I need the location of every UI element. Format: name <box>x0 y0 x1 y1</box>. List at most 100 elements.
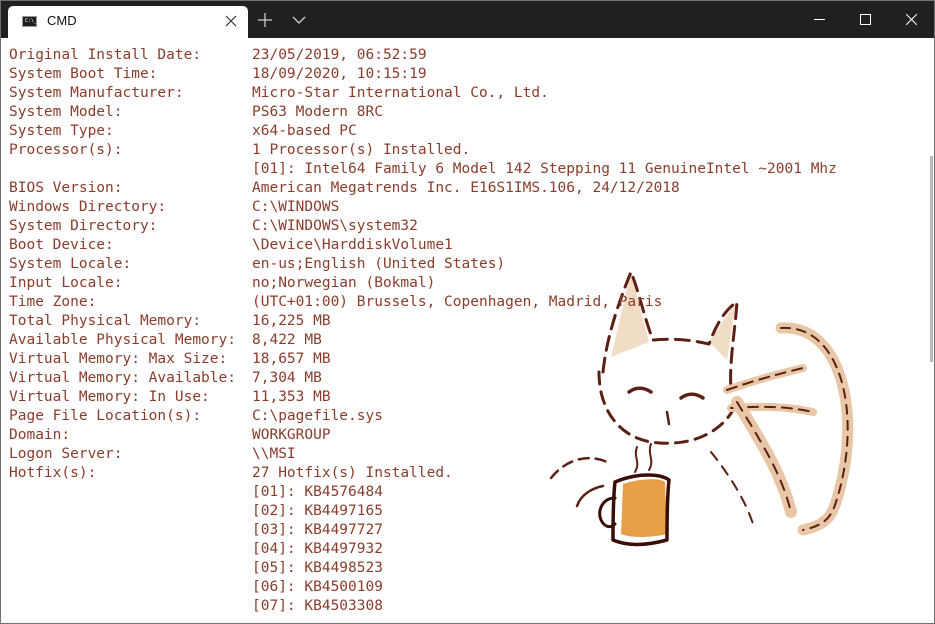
output-line: System Locale: en-us;English (United Stat… <box>9 255 837 274</box>
minimize-icon <box>814 19 825 20</box>
info-key: System Model: <box>9 104 123 120</box>
info-value: WORKGROUP <box>252 427 331 443</box>
output-line: [01]: Intel64 Family 6 Model 142 Steppin… <box>9 160 837 179</box>
output-line: System Directory: C:\WINDOWS\system32 <box>9 217 837 236</box>
plus-icon[interactable] <box>257 12 273 28</box>
maximize-icon <box>860 14 871 25</box>
info-value: [01]: KB4576484 <box>252 484 383 500</box>
terminal-window: C:\_ CMD Original Install Date: 23/05/20… <box>0 0 935 624</box>
output-line: Page File Location(s): C:\pagefile.sys <box>9 407 837 426</box>
close-tab-icon[interactable] <box>224 14 238 28</box>
output-line: [01]: KB4576484 <box>9 483 837 502</box>
info-value: [05]: KB4498523 <box>252 560 383 576</box>
info-value: 1 Processor(s) Installed. <box>252 142 471 158</box>
info-value: [03]: KB4497727 <box>252 522 383 538</box>
info-key: Hotfix(s): <box>9 465 97 481</box>
info-key: System Locale: <box>9 256 132 272</box>
output-line: Time Zone: (UTC+01:00) Brussels, Copenhag… <box>9 293 837 312</box>
output-line: Windows Directory: C:\WINDOWS <box>9 198 837 217</box>
info-value: PS63 Modern 8RC <box>252 104 383 120</box>
info-key: System Type: <box>9 123 114 139</box>
output-line: Logon Server: \\MSI <box>9 445 837 464</box>
output-line: System Boot Time: 18/09/2020, 10:15:19 <box>9 65 837 84</box>
systeminfo-output: Original Install Date: 23/05/2019, 06:52:… <box>9 46 837 616</box>
maximize-button[interactable] <box>843 1 889 38</box>
window-close-icon <box>906 14 917 25</box>
chevron-down-icon[interactable] <box>291 14 307 26</box>
info-value: American Megatrends Inc. E16S1IMS.106, 2… <box>252 180 680 196</box>
close-button[interactable] <box>889 1 934 38</box>
info-key: Windows Directory: <box>9 199 167 215</box>
tab-cmd[interactable]: C:\_ CMD <box>8 6 248 38</box>
info-value: [01]: Intel64 Family 6 Model 142 Steppin… <box>252 161 837 177</box>
output-line: Input Locale: no;Norwegian (Bokmal) <box>9 274 837 293</box>
info-key: Page File Location(s): <box>9 408 202 424</box>
info-value: no;Norwegian (Bokmal) <box>252 275 436 291</box>
info-value: (UTC+01:00) Brussels, Copenhagen, Madrid… <box>252 294 663 310</box>
info-key: Logon Server: <box>9 446 123 462</box>
info-value: 18/09/2020, 10:15:19 <box>252 66 427 82</box>
output-line: [03]: KB4497727 <box>9 521 837 540</box>
info-value: 18,657 MB <box>252 351 331 367</box>
console-app-icon-glyph: C:\_ <box>25 18 38 24</box>
output-line: Original Install Date: 23/05/2019, 06:52:… <box>9 46 837 65</box>
info-value: [06]: KB4500109 <box>252 579 383 595</box>
info-value: [04]: KB4497932 <box>252 541 383 557</box>
info-key: Time Zone: <box>9 294 97 310</box>
output-line: System Model: PS63 Modern 8RC <box>9 103 837 122</box>
info-key: System Manufacturer: <box>9 85 184 101</box>
info-key: Input Locale: <box>9 275 123 291</box>
info-key: BIOS Version: <box>9 180 123 196</box>
info-key: Boot Device: <box>9 237 114 253</box>
output-line: [04]: KB4497932 <box>9 540 837 559</box>
info-value: 8,422 MB <box>252 332 322 348</box>
info-value: 11,353 MB <box>252 389 331 405</box>
info-key: Virtual Memory: In Use: <box>9 389 210 405</box>
terminal-output-area[interactable]: Original Install Date: 23/05/2019, 06:52:… <box>1 38 934 623</box>
info-value: C:\pagefile.sys <box>252 408 383 424</box>
output-line: Virtual Memory: Available: 7,304 MB <box>9 369 837 388</box>
scrollbar-thumb[interactable] <box>930 156 933 362</box>
output-line: Total Physical Memory: 16,225 MB <box>9 312 837 331</box>
info-value: [07]: KB4503308 <box>252 598 383 614</box>
info-key: Available Physical Memory: <box>9 332 236 348</box>
info-key: Processor(s): <box>9 142 123 158</box>
output-line: [02]: KB4497165 <box>9 502 837 521</box>
info-value: 7,304 MB <box>252 370 322 386</box>
info-key: Total Physical Memory: <box>9 313 202 329</box>
info-value: en-us;English (United States) <box>252 256 506 272</box>
info-value: 16,225 MB <box>252 313 331 329</box>
output-line: Virtual Memory: In Use: 11,353 MB <box>9 388 837 407</box>
info-value: \Device\HarddiskVolume1 <box>252 237 453 253</box>
minimize-button[interactable] <box>797 1 843 38</box>
output-line: [06]: KB4500109 <box>9 578 837 597</box>
output-line: Processor(s): 1 Processor(s) Installed. <box>9 141 837 160</box>
info-value: Micro-Star International Co., Ltd. <box>252 85 549 101</box>
output-line: [05]: KB4498523 <box>9 559 837 578</box>
output-line: Boot Device: \Device\HarddiskVolume1 <box>9 236 837 255</box>
info-key: Virtual Memory: Available: <box>9 370 236 386</box>
info-value: \\MSI <box>252 446 296 462</box>
console-app-icon: C:\_ <box>22 16 37 27</box>
output-line: BIOS Version: American Megatrends Inc. E1… <box>9 179 837 198</box>
info-key: System Directory: <box>9 218 158 234</box>
info-value: C:\WINDOWS <box>252 199 340 215</box>
info-key: Original Install Date: <box>9 47 202 63</box>
info-value: [02]: KB4497165 <box>252 503 383 519</box>
info-key: Domain: <box>9 427 71 443</box>
info-value: 27 Hotfix(s) Installed. <box>252 465 453 481</box>
output-line: Hotfix(s): 27 Hotfix(s) Installed. <box>9 464 837 483</box>
tab-title: CMD <box>47 13 77 28</box>
info-key: System Boot Time: <box>9 66 158 82</box>
info-key: Virtual Memory: Max Size: <box>9 351 228 367</box>
output-line: Domain: WORKGROUP <box>9 426 837 445</box>
output-line: System Type: x64-based PC <box>9 122 837 141</box>
output-line: System Manufacturer: Micro-Star Internati… <box>9 84 837 103</box>
output-line: [07]: KB4503308 <box>9 597 837 616</box>
info-value: 23/05/2019, 06:52:59 <box>252 47 427 63</box>
info-value: x64-based PC <box>252 123 357 139</box>
info-value: C:\WINDOWS\system32 <box>252 218 418 234</box>
output-line: Virtual Memory: Max Size: 18,657 MB <box>9 350 837 369</box>
output-line: Available Physical Memory: 8,422 MB <box>9 331 837 350</box>
title-bar[interactable]: C:\_ CMD <box>1 1 934 38</box>
